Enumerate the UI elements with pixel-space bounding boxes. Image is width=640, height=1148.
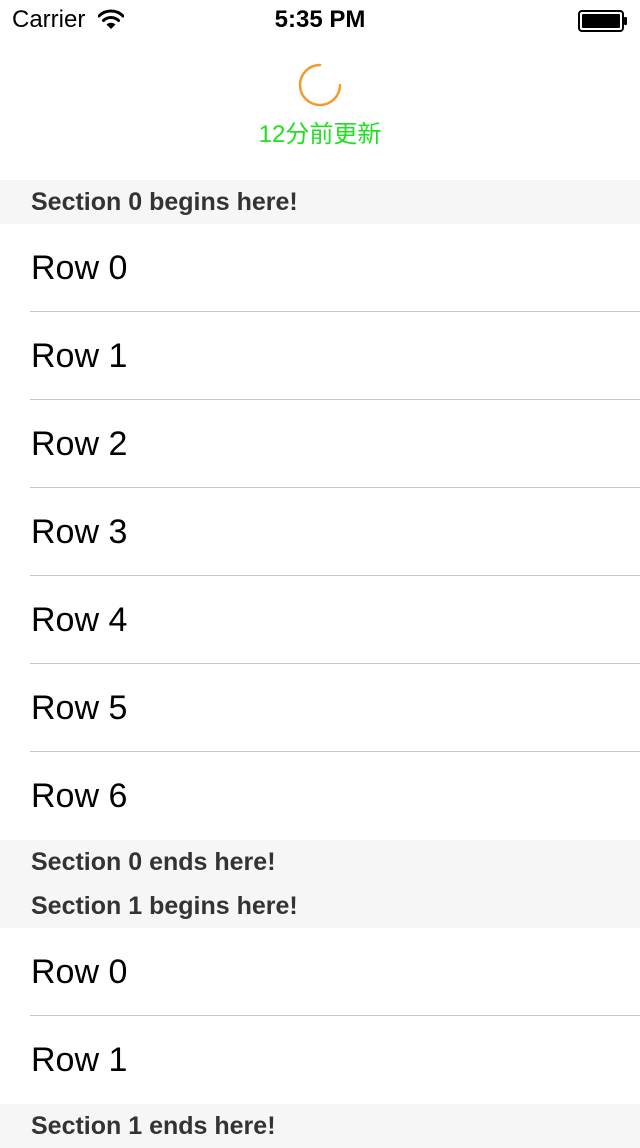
table-row[interactable]: Row 1 xyxy=(0,1016,640,1104)
row-label: Row 1 xyxy=(31,1041,128,1079)
table-row[interactable]: Row 2 xyxy=(0,400,640,488)
table-row[interactable]: Row 3 xyxy=(0,488,640,576)
section-header: Section 1 begins here! xyxy=(0,884,640,928)
row-label: Row 1 xyxy=(31,337,128,375)
row-label: Row 4 xyxy=(31,601,128,639)
last-updated-label: 12分前更新 xyxy=(258,121,382,148)
row-label: Row 3 xyxy=(31,513,128,551)
table-row[interactable]: Row 4 xyxy=(0,576,640,664)
table-row[interactable]: Row 6 xyxy=(0,752,640,840)
battery-icon xyxy=(578,10,627,32)
row-label: Row 0 xyxy=(31,249,128,287)
section-footer: Section 0 ends here! xyxy=(0,840,640,884)
table-row[interactable]: Row 5 xyxy=(0,664,640,752)
status-bar: Carrier 5:35 PM xyxy=(0,0,640,40)
table-row[interactable]: Row 0 xyxy=(0,224,640,312)
pull-to-refresh-header: 12分前更新 xyxy=(0,40,640,180)
table-view[interactable]: Section 0 begins here! Row 0 Row 1 Row 2… xyxy=(0,180,640,1148)
row-label: Row 6 xyxy=(31,777,128,815)
section-footer: Section 1 ends here! xyxy=(0,1104,640,1148)
row-label: Row 0 xyxy=(31,953,128,991)
status-time: 5:35 PM xyxy=(274,6,366,33)
table-row[interactable]: Row 1 xyxy=(0,312,640,400)
spinner-icon xyxy=(298,63,342,107)
table-row[interactable]: Row 0 xyxy=(0,928,640,1016)
row-label: Row 2 xyxy=(31,425,128,463)
row-label: Row 5 xyxy=(31,689,128,727)
section-header: Section 0 begins here! xyxy=(0,180,640,224)
